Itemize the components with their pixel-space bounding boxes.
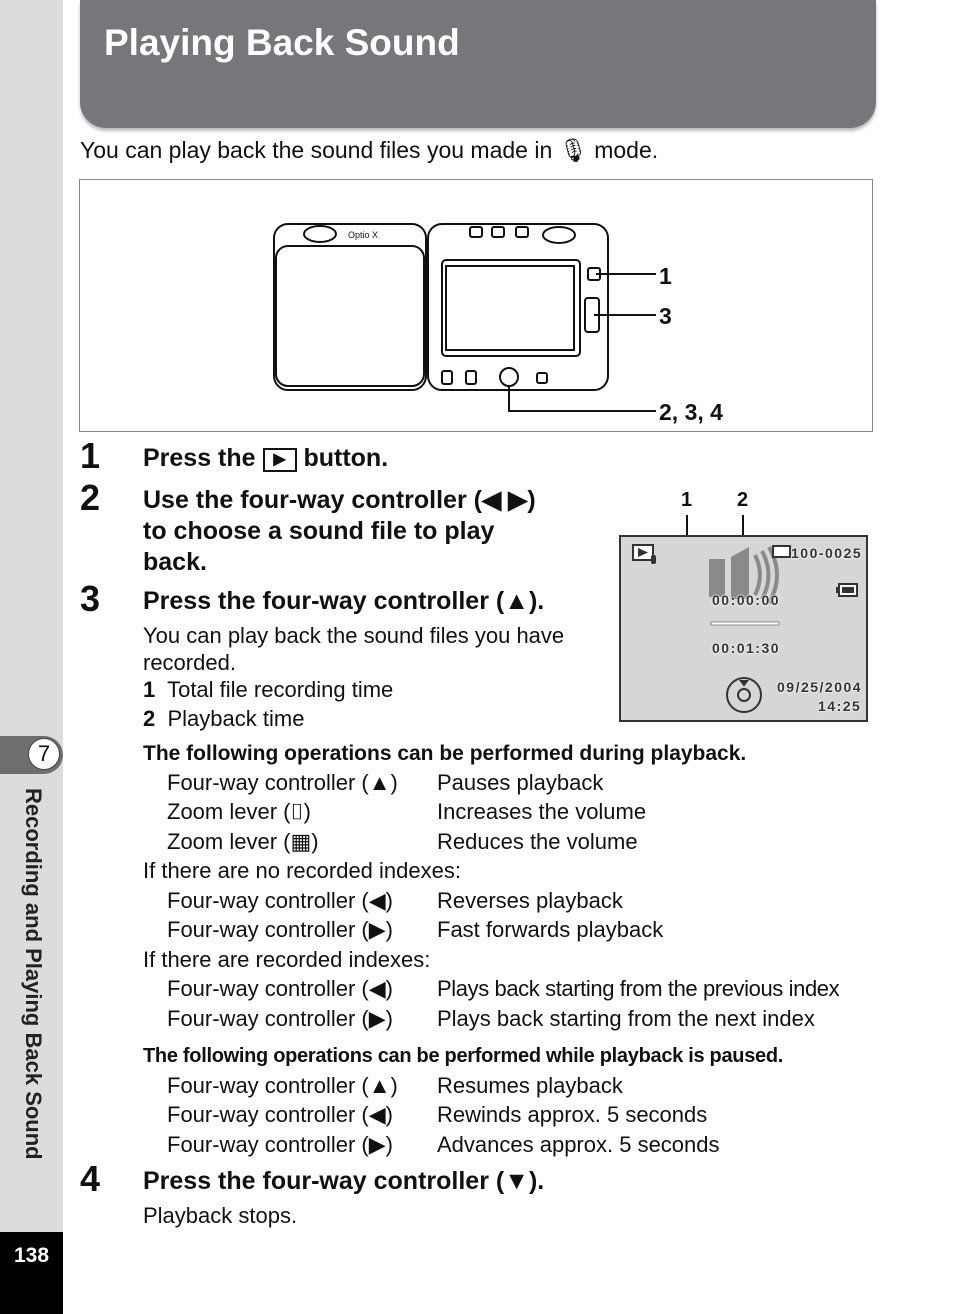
op-control: Four-way controller (▶) [167,1132,393,1157]
callout-2-3-4: 2, 3, 4 [659,399,723,425]
lcd-screen: 100-0025 00:00:00 00:01:30 09/25/2004 14… [619,535,868,722]
intro-after: mode. [594,137,659,163]
file-number: 100-0025 [791,545,863,561]
op-control: Four-way controller (◀) [167,1102,393,1127]
op-control: Zoom lever (▦) [167,829,319,854]
camera-lens-cover [275,245,425,387]
page-number: 138 [13,1244,50,1267]
legend-num: 2 [143,706,156,731]
op-action: Fast forwards playback [437,917,664,942]
step-1-before: Press the [143,444,256,472]
legend-item-1: 1 Total file recording time [143,676,393,703]
legend-item-2: 2 Playback time [143,705,304,732]
microphone-icon: 🎙 [558,137,588,163]
intro-text: You can play back the sound files you ma… [80,137,658,164]
desc-line: You can play back the sound files you ha… [143,623,565,648]
no-index-label: If there are no recorded indexes: [143,858,461,883]
op-action: Reverses playback [437,888,623,913]
step-3-description: You can play back the sound files you ha… [143,622,564,676]
op-action: Plays back starting from the previous in… [437,976,840,1001]
callout-1: 1 [659,263,672,289]
op-action: Increases the volume [437,799,647,824]
step-3-number: 3 [80,578,101,619]
playback-button-icon: ▶ [262,448,297,472]
step-2-line: to choose a sound file to play [143,517,495,545]
op-control: Four-way controller (◀) [167,888,393,913]
lcd-callout-1: 1 [681,489,693,511]
battery-icon [836,583,858,597]
step-4-description: Playback stops. [143,1203,298,1228]
op-control: Four-way controller (▲) [167,1073,398,1098]
playback-mode-icon [632,544,656,564]
step-4-text: Press the four-way controller (▼). [143,1167,545,1195]
chapter-number: 7 [28,738,60,770]
op-control: Four-way controller (▶) [167,917,393,942]
desc-line: recorded. [143,650,236,675]
op-action: Plays back starting from the next index [437,1006,815,1031]
legend-num: 1 [143,677,156,702]
op-control: Four-way controller (▲) [167,770,398,795]
step-3-text: Press the four-way controller (▲). [143,587,545,615]
camera-lcd [445,265,575,351]
total-recording-time: 00:01:30 [712,640,781,656]
op-control: Zoom lever (⌷) [167,799,311,824]
camera-illustration: Optio X [273,223,656,412]
op-control: Four-way controller (◀) [167,976,393,1001]
step-1-text: Press the ▶ button. [143,443,388,474]
index-label: If there are recorded indexes: [143,947,431,972]
ops-playback-heading: The following operations can be performe… [143,742,747,765]
camera-brand: Optio X [348,230,378,240]
legend-label: Playback time [167,706,305,731]
step-1-number: 1 [80,435,101,476]
ops-paused-heading: The following operations can be performe… [143,1045,784,1067]
lcd-date: 09/25/2004 [777,679,863,695]
chapter-title: Recording and Playing Back Sound [21,788,46,1160]
op-action: Reduces the volume [437,829,638,854]
step-2-number: 2 [80,477,101,518]
page-title: Playing Back Sound [104,22,460,63]
callout-3: 3 [659,303,672,329]
memory-card-icon [772,545,791,558]
op-control: Four-way controller (▶) [167,1006,393,1031]
op-action: Advances approx. 5 seconds [437,1132,720,1157]
camera-flash [303,225,337,243]
playback-time: 00:00:00 [712,592,781,608]
step-2-text: Use the four-way controller (◀ ▶) to cho… [143,485,536,578]
lcd-time: 14:25 [818,698,862,714]
step-2-line: Use the four-way controller (◀ ▶) [143,486,536,514]
intro-before: You can play back the sound files you ma… [80,137,553,163]
four-way-controller-icon [726,677,762,713]
step-1-after: button. [303,444,389,472]
op-action: Resumes playback [437,1073,623,1098]
step-2-line: back. [143,548,207,576]
legend-label: Total file recording time [167,677,394,702]
camera-figure: Optio X 1 3 2, 3, 4 [79,179,873,432]
op-action: Rewinds approx. 5 seconds [437,1102,708,1127]
op-action: Pauses playback [437,770,604,795]
four-way-controller [499,367,519,387]
progress-bar [710,621,780,626]
step-4-number: 4 [80,1158,101,1199]
lcd-callout-2: 2 [737,489,749,511]
title-banner [80,0,876,128]
